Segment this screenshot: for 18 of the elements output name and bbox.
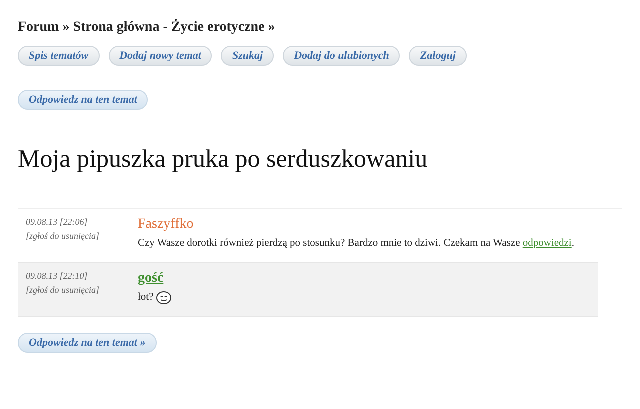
- post-text: łot?: [138, 291, 154, 305]
- nav-button[interactable]: Spis tematów: [18, 46, 100, 66]
- reply-link[interactable]: odpowiedzi: [522, 238, 572, 249]
- nav-button[interactable]: Zaloguj: [409, 46, 467, 66]
- post-date: 09.08.13 [22:10]: [26, 271, 89, 281]
- report-link[interactable]: [zgłoś do usunięcia]: [26, 231, 138, 241]
- report-link[interactable]: [zgłoś do usunięcia]: [26, 285, 138, 295]
- post-author[interactable]: gość: [138, 271, 164, 287]
- nav-button[interactable]: Szukaj: [221, 46, 274, 66]
- reply-button[interactable]: Odpowiedz na ten temat »: [18, 333, 157, 353]
- post-date: 09.08.13 [22:06]: [26, 217, 89, 227]
- nav-button[interactable]: Dodaj do ulubionych: [283, 46, 400, 66]
- post-author[interactable]: Faszyffko: [138, 217, 194, 233]
- breadcrumb: Forum » Strona główna - Życie erotyczne »: [18, 20, 276, 36]
- topic-title: Moja pipuszka pruka po serduszkowaniu: [18, 146, 429, 174]
- nav-button[interactable]: Dodaj nowy temat: [108, 46, 212, 66]
- reply-button[interactable]: Odpowiedz na ten temat: [18, 90, 148, 110]
- post-text: Czy Wasze dorotki również pierdzą po stosunku? Bardzo mnie to dziwi. Czekam na Wasze odpowiedzi.: [138, 237, 574, 251]
